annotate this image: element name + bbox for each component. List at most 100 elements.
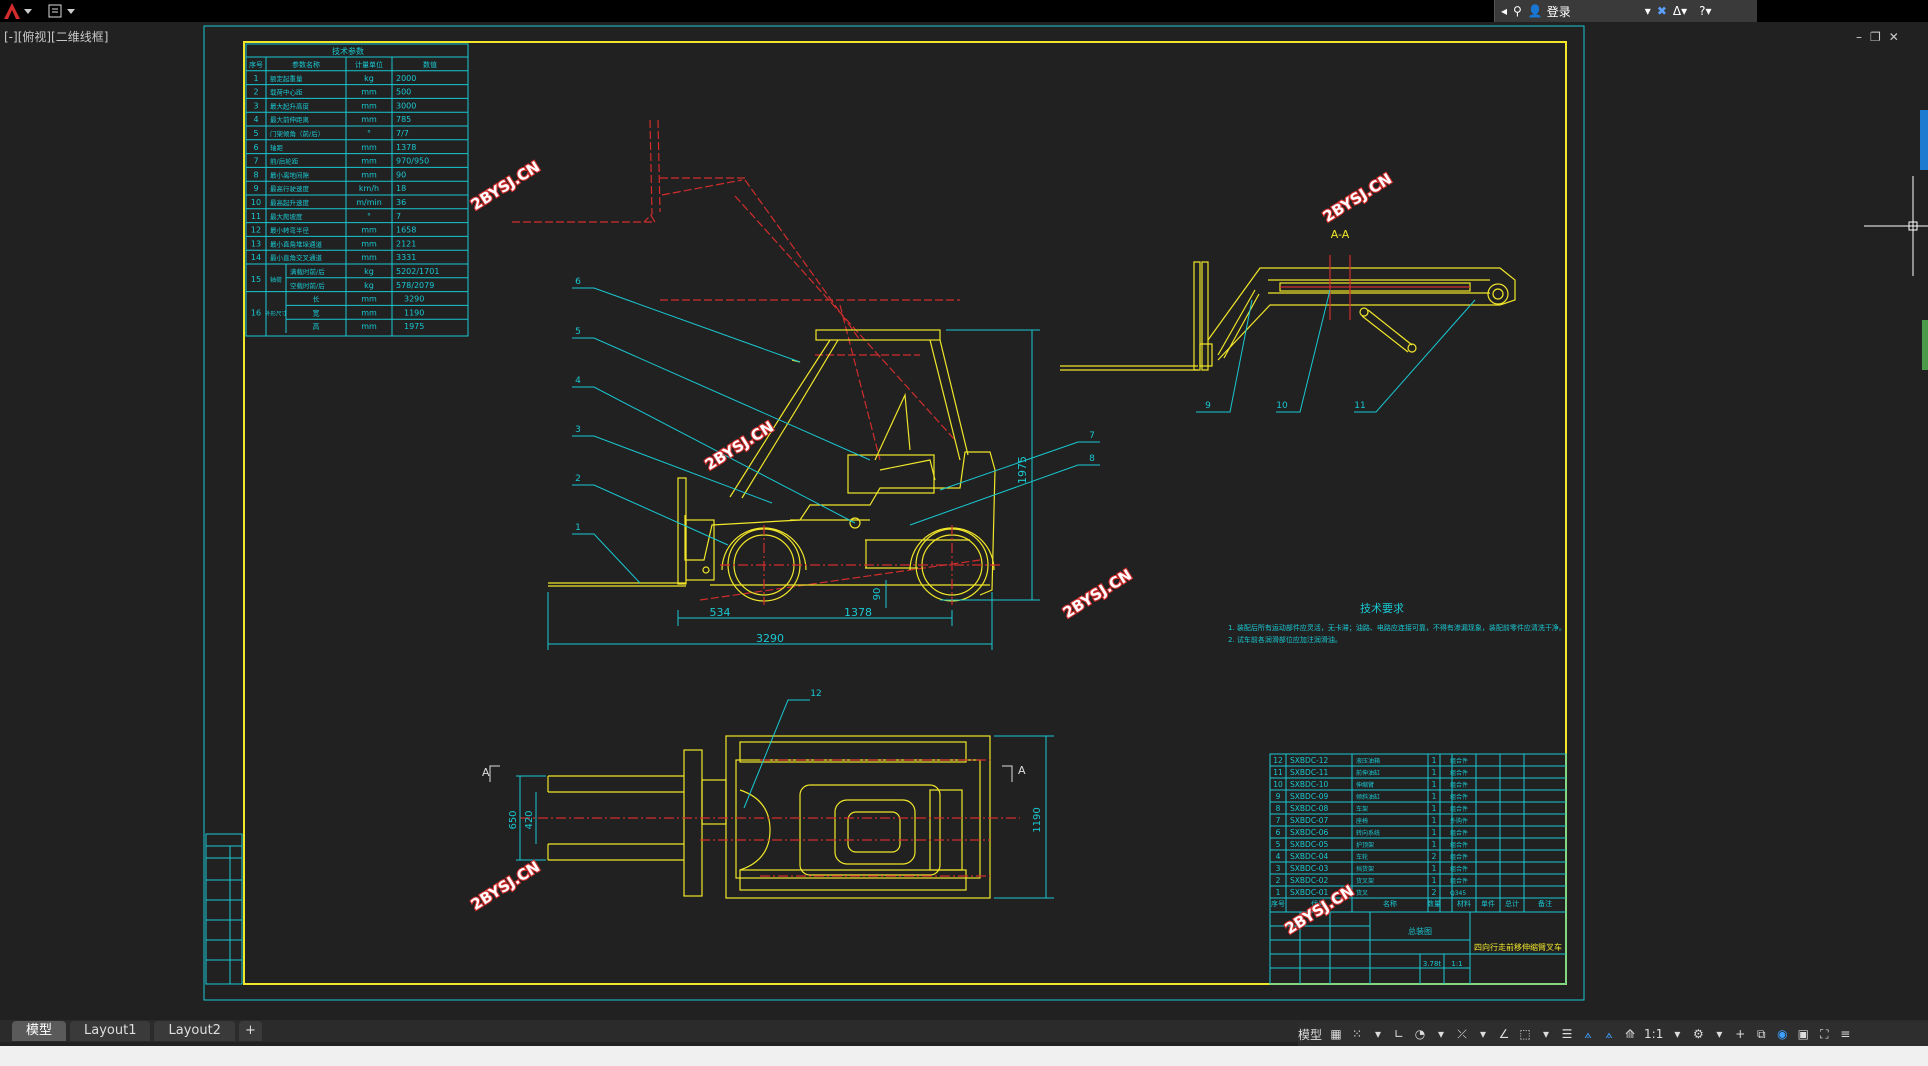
tab-model[interactable]: 模型	[12, 1021, 67, 1041]
dim-90: 90	[872, 588, 883, 601]
isolate-objects-icon[interactable]: ◉	[1775, 1027, 1789, 1041]
bom-cell: 1	[1432, 876, 1437, 885]
param-cell: 2000	[396, 74, 416, 83]
ortho-icon[interactable]: ∟	[1392, 1027, 1406, 1041]
callout-number: 12	[810, 689, 821, 699]
watermark-text: 2BYSJ.CN	[1320, 170, 1395, 226]
login-link[interactable]: 登录	[1547, 3, 1571, 20]
bom-cell: SXBDC-11	[1290, 768, 1329, 777]
param-cell: m/min	[356, 198, 382, 207]
callout-number: 10	[1276, 401, 1288, 411]
param-cell: 宽	[313, 308, 320, 317]
hardware-acceleration-icon[interactable]: ▣	[1796, 1027, 1810, 1041]
tab-layout2[interactable]: Layout2	[154, 1021, 235, 1041]
sheet-outer-border	[203, 25, 1585, 1001]
bom-cell: 12	[1273, 756, 1283, 765]
a360-icon[interactable]: Δ	[1673, 4, 1681, 18]
param-header-cell: 序号	[249, 60, 263, 69]
add-layout-button[interactable]: +	[238, 1021, 262, 1041]
annotation-scale-icon[interactable]: ⟰	[1623, 1027, 1637, 1041]
param-cell: mm	[361, 226, 377, 235]
tech-requirement-line-1: 1. 装配后所有运动部件应灵活，无卡滞；油路、电路应连接可靠，不得有渗漏现象，装…	[1228, 623, 1566, 632]
lineweight-icon[interactable]: ☰	[1560, 1027, 1574, 1041]
param-cell: 500	[396, 88, 411, 97]
grid-icon[interactable]: ▦	[1329, 1027, 1343, 1041]
object-snap-icon[interactable]: ⤫	[1455, 1027, 1469, 1042]
exchange-icon[interactable]: ✖	[1657, 4, 1667, 18]
chevron-down-icon[interactable]: ▾	[1681, 4, 1687, 18]
title-block-assembly: 总装图	[1408, 926, 1432, 936]
chevron-down-icon[interactable]: ▾	[1434, 1027, 1448, 1041]
callout-number: 1	[575, 523, 581, 533]
binoculars-icon[interactable]: ⚲	[1513, 4, 1522, 18]
chevron-down-icon[interactable]: ▾	[1476, 1027, 1490, 1041]
bom-cell: SXBDC-06	[1290, 828, 1329, 837]
watermark-text: 2BYSJ.CN	[1060, 566, 1135, 622]
tilted-mast-ghost	[512, 119, 981, 601]
view-marker-a-right: A	[1018, 764, 1026, 777]
bom-cell: SXBDC-12	[1290, 756, 1329, 765]
param-cell: 3331	[396, 253, 416, 262]
isodraft-icon[interactable]: ∠	[1497, 1027, 1511, 1041]
param-cell: mm	[361, 239, 377, 248]
scale-dropdown[interactable]: 1:1	[1644, 1027, 1663, 1041]
bom-cell: 组合件	[1450, 841, 1468, 849]
callout-number: 7	[1089, 431, 1095, 441]
param-cell: 90	[396, 170, 406, 179]
quick-access-toolbar-button[interactable]	[48, 1, 84, 21]
bom-cell: 前伸油缸	[1356, 769, 1380, 777]
account-bar: ◂ ⚲ 👤 登录 ▾ ✖ Δ ▾ ? ▾	[1494, 0, 1757, 22]
snap-icon[interactable]: ⁙	[1350, 1027, 1364, 1041]
chevron-left-icon[interactable]: ◂	[1501, 4, 1507, 18]
selection-cycling-icon[interactable]: ⬚	[1518, 1027, 1532, 1041]
chevron-down-icon[interactable]: ▾	[1706, 4, 1712, 18]
chevron-down-icon[interactable]: ▾	[1670, 1027, 1684, 1041]
bom-cell: 11	[1273, 768, 1283, 777]
navigation-bar-strip[interactable]	[1920, 110, 1928, 170]
param-cell: 2121	[396, 239, 416, 248]
dim-534: 534	[710, 606, 731, 619]
annotation-visibility-icon[interactable]: ⟑	[1581, 1027, 1595, 1042]
drawing-canvas[interactable]: 技术参数 序号 参数名称 计量单位 数值 1 额定起重量 kg 2000 2 载荷中心距 mm 50…	[0, 22, 1928, 1022]
document-icon	[48, 4, 62, 18]
viewcube-strip[interactable]	[1922, 320, 1928, 370]
bom-cell: 1	[1432, 792, 1437, 801]
chevron-down-icon[interactable]: ▾	[1645, 4, 1651, 18]
bom-cell: 挡货架	[1356, 865, 1374, 873]
workspace-gear-icon[interactable]: ⚙	[1691, 1027, 1705, 1041]
param-cell: mm	[361, 88, 377, 97]
bom-cell: 6	[1276, 828, 1281, 837]
param-cell: mm	[361, 101, 377, 110]
param-cell: 最小直角堆垛通道	[270, 239, 323, 248]
tech-requirements-title: 技术要求	[1360, 602, 1404, 615]
model-space-toggle[interactable]: 模型	[1298, 1026, 1322, 1043]
param-cell: mm	[361, 143, 377, 152]
param-cell: 36	[396, 198, 406, 207]
chevron-down-icon[interactable]: ▾	[1712, 1027, 1726, 1041]
bom-cell: 1	[1432, 864, 1437, 873]
side-view-dimensions	[547, 329, 1040, 650]
customization-menu-icon[interactable]: ≡	[1838, 1027, 1852, 1041]
bom-cell: 1	[1432, 840, 1437, 849]
param-cell: mm	[361, 322, 377, 331]
application-menu-button[interactable]	[2, 1, 36, 21]
param-cell: 4	[253, 115, 258, 124]
title-block-scale: 1:1	[1451, 960, 1462, 968]
bom-cell: 1	[1432, 768, 1437, 777]
tab-layout1[interactable]: Layout1	[70, 1021, 151, 1041]
chevron-down-icon[interactable]: ▾	[1371, 1027, 1385, 1041]
chevron-down-icon	[24, 9, 32, 14]
auto-scale-icon[interactable]: ⟑	[1602, 1027, 1616, 1042]
param-cell: 10	[251, 198, 261, 207]
crosshair-cursor-icon	[1864, 176, 1928, 276]
param-cell: kg	[364, 267, 374, 276]
plus-icon[interactable]: +	[1733, 1027, 1747, 1041]
units-icon[interactable]: ⧉	[1754, 1027, 1768, 1042]
bom-cell: 座椅	[1356, 817, 1368, 825]
polar-tracking-icon[interactable]: ◔	[1413, 1027, 1427, 1041]
param-cell: kg	[364, 281, 374, 290]
bom-cell: 1	[1432, 756, 1437, 765]
clean-screen-icon[interactable]: ⛶	[1817, 1027, 1831, 1042]
bom-cell: 5	[1276, 840, 1281, 849]
chevron-down-icon[interactable]: ▾	[1539, 1027, 1553, 1041]
